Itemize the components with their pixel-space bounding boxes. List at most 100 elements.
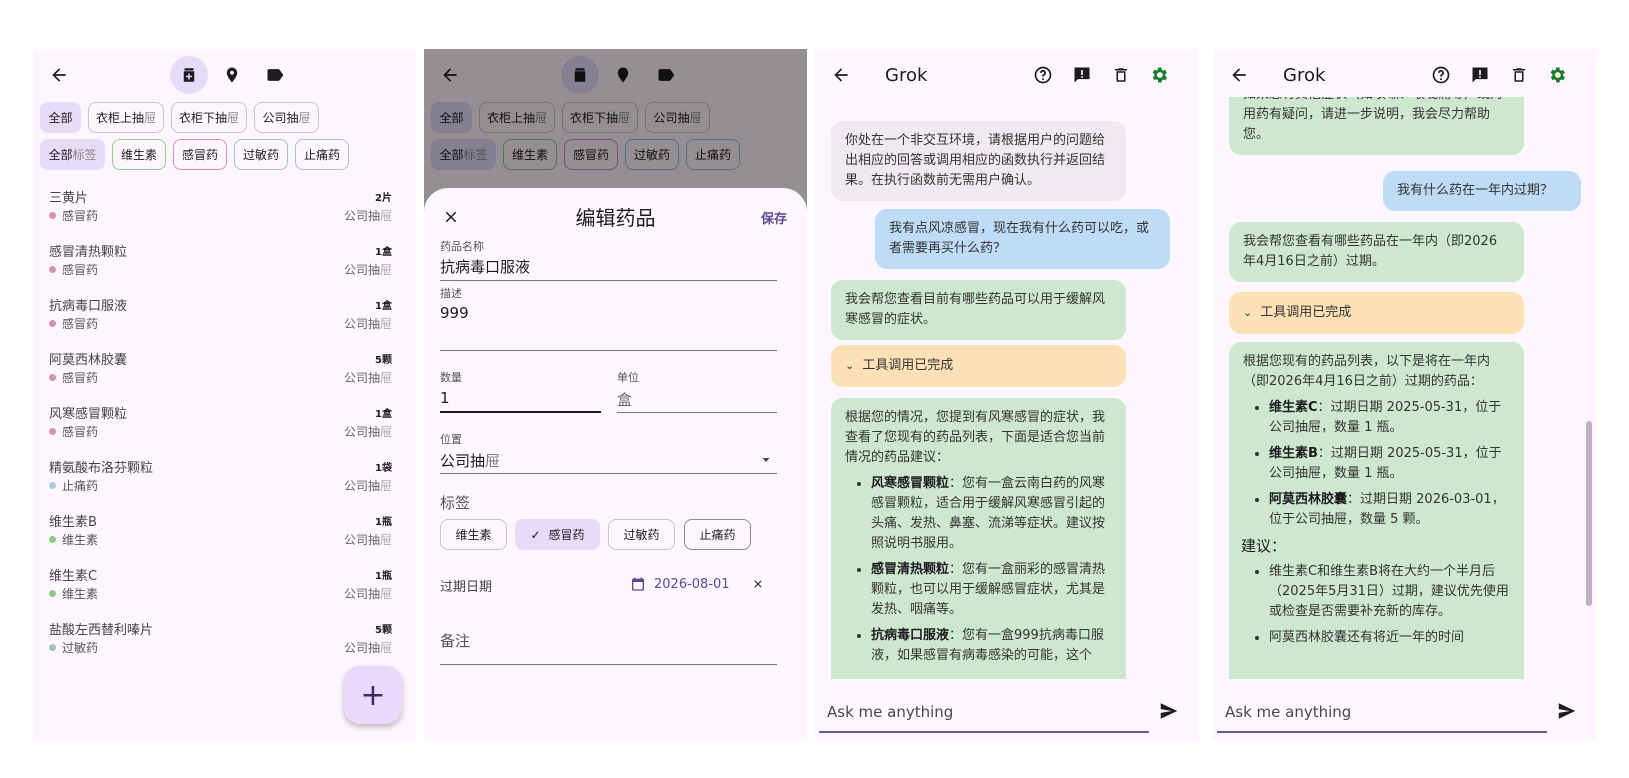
location-filter-wardrobe-top[interactable]: 衣柜上抽屉 (88, 102, 164, 133)
chat-input[interactable]: Ask me anything (827, 703, 953, 721)
description-field[interactable]: 999 (440, 304, 469, 322)
grok-chat-screen-2: Grok 如果您有其他症状（如咳嗽、喉咙痛等）或对用药有疑问，请进一步说明，我会… (1213, 49, 1596, 741)
settings-icon[interactable] (1543, 61, 1571, 89)
medicine-location: 公司抽屉 (343, 209, 392, 223)
message-list: 如果您有其他症状（如咳嗽、喉咙痛等）或对用药有疑问，请进一步说明，我会尽力帮助您… (1213, 97, 1596, 679)
tag-chip-allergy[interactable]: 过敏药 (608, 519, 675, 550)
location-dropdown[interactable]: 公司抽屉 (440, 450, 500, 471)
assistant-message: 如果您有其他症状（如咳嗽、喉咙痛等）或对用药有疑问，请进一步说明，我会尽力帮助您… (1229, 97, 1524, 155)
tool-call-status[interactable]: ⌄ 工具调用已完成 (831, 345, 1126, 387)
location-filter-all[interactable]: 全部 (40, 102, 81, 133)
notes-underline (440, 664, 777, 665)
medicine-name: 维生素C (49, 569, 98, 584)
tag-chip-pain[interactable]: 止痛药 (684, 519, 751, 550)
medicine-tag: 过敏药 (49, 639, 98, 656)
name-field[interactable]: 抗病毒口服液 (440, 256, 530, 277)
delete-icon[interactable] (1107, 61, 1135, 89)
tag-filter-cold[interactable]: 感冒药 (173, 139, 227, 170)
medicine-name: 盐酸左西替利嗪片 (49, 623, 154, 638)
back-arrow-icon[interactable] (1223, 59, 1255, 91)
feedback-icon[interactable] (1068, 61, 1096, 89)
tag-filter-allergy[interactable]: 过敏药 (234, 139, 288, 170)
medicine-location: 公司抽屉 (343, 371, 392, 385)
medicine-row[interactable]: 精氨酸布洛芬颗粒 1袋 止痛药 公司抽屉 (49, 451, 400, 505)
chevron-down-icon: ⌄ (845, 359, 855, 372)
scrollbar[interactable] (1586, 421, 1592, 606)
tag-filter-pain[interactable]: 止痛药 (295, 139, 349, 170)
medicine-location: 公司抽屉 (343, 263, 392, 277)
medicine-tag: 止痛药 (49, 477, 98, 494)
expiry-label: 过期日期 (440, 580, 493, 595)
settings-icon[interactable] (1145, 61, 1173, 89)
add-medicine-button[interactable]: + (344, 666, 402, 724)
unit-underline (617, 412, 777, 413)
tags-label: 标签 (440, 494, 471, 512)
feedback-icon[interactable] (1466, 61, 1494, 89)
location-tab-icon[interactable] (213, 56, 251, 94)
medicine-qty: 1盒 (375, 301, 392, 312)
send-icon[interactable] (1155, 697, 1183, 725)
medicine-name: 三黄片 (49, 191, 89, 206)
medicine-row[interactable]: 感冒清热颗粒 1盒 感冒药 公司抽屉 (49, 235, 400, 289)
unit-label: 单位 (617, 371, 639, 384)
medicine-name: 阿莫西林胶囊 (49, 353, 128, 368)
assistant-message: 我会帮您查看有哪些药品在一年内（即2026年4月16日之前）过期。 (1229, 222, 1524, 282)
medicine-tab-icon[interactable] (170, 56, 208, 94)
location-filter-wardrobe-bottom[interactable]: 衣柜下抽屉 (171, 102, 247, 133)
medicine-qty: 1瓶 (375, 517, 392, 528)
help-circle-icon[interactable] (1427, 61, 1455, 89)
send-icon[interactable] (1553, 697, 1581, 725)
medicine-qty: 1盒 (375, 247, 392, 258)
medicine-qty: 1瓶 (375, 571, 392, 582)
tag-filter-all[interactable]: 全部 标签 (40, 139, 105, 170)
chat-title: Grok (885, 65, 928, 86)
medicine-row[interactable]: 盐酸左西替利嗪片 5颗 过敏药 公司抽屉 (49, 613, 400, 667)
tool-call-status[interactable]: ⌄ 工具调用已完成 (1229, 292, 1524, 334)
edit-medicine-screen: 全部 衣柜上抽屉 衣柜下抽屉 公司抽屉 全部 标签 维生素 感冒药 过敏药 止痛药… (424, 49, 807, 741)
clear-date-icon[interactable] (748, 574, 768, 594)
location-filter-company[interactable]: 公司抽屉 (254, 102, 319, 133)
save-button[interactable]: 保存 (761, 208, 787, 227)
medicine-qty: 1袋 (375, 463, 392, 474)
medicine-list-screen: 全部 衣柜上抽屉 衣柜下抽屉 公司抽屉 全部 标签 维生素 感冒药 过敏药 止痛药… (33, 49, 416, 741)
tag-chip-vitamin[interactable]: 维生素 (440, 519, 507, 550)
medicine-name: 抗病毒口服液 (49, 299, 128, 314)
back-arrow-icon[interactable] (43, 59, 75, 91)
medicine-row[interactable]: 抗病毒口服液 1盒 感冒药 公司抽屉 (49, 289, 400, 343)
location-label: 位置 (440, 433, 462, 446)
help-circle-icon[interactable] (1029, 61, 1057, 89)
medicine-row[interactable]: 维生素B 1瓶 维生素 公司抽屉 (49, 505, 400, 559)
description-underline (440, 350, 777, 351)
medicine-location: 公司抽屉 (343, 587, 392, 601)
list-item: 维生素C和维生素B将在大约一个半月后（2025年5月31日）过期，建议优先使用或… (1269, 562, 1510, 622)
input-underline (1217, 731, 1547, 733)
list-item: 阿莫西林胶囊：过期日期 2026-03-01，位于公司抽屉，数量 5 颗。 (1269, 490, 1510, 530)
input-underline (819, 731, 1149, 733)
list-item: 抗病毒口服液：您有一盒999抗病毒口服液，如果感冒有病毒感染的可能，这个 (871, 626, 1112, 666)
quantity-field[interactable]: 1 (440, 389, 450, 407)
medicine-qty: 2片 (375, 193, 392, 204)
back-arrow-icon[interactable] (825, 59, 857, 91)
calendar-icon[interactable] (628, 574, 648, 594)
medicine-row[interactable]: 三黄片 2片 感冒药 公司抽屉 (49, 181, 400, 235)
medicine-row[interactable]: 阿莫西林胶囊 5颗 感冒药 公司抽屉 (49, 343, 400, 397)
medicine-qty: 5颗 (375, 625, 392, 636)
medicine-tag: 维生素 (49, 585, 98, 602)
medicine-row[interactable]: 维生素C 1瓶 维生素 公司抽屉 (49, 559, 400, 613)
list-item: 维生素C：过期日期 2025-05-31，位于公司抽屉，数量 1 瓶。 (1269, 398, 1510, 438)
medicine-location: 公司抽屉 (343, 317, 392, 331)
tag-chip-cold[interactable]: ✓ 感冒药 (515, 519, 600, 550)
grok-chat-screen: Grok 你处在一个非交互环境，请根据用户的问题给出相应的回答或调用相应的函数执… (815, 49, 1198, 741)
chat-input[interactable]: Ask me anything (1225, 703, 1351, 721)
dropdown-arrow-icon[interactable] (756, 450, 776, 470)
check-icon: ✓ (530, 527, 541, 542)
label-tab-icon[interactable] (256, 56, 294, 94)
notes-field[interactable]: 备注 (440, 630, 470, 651)
medicine-row[interactable]: 风寒感冒颗粒 1盒 感冒药 公司抽屉 (49, 397, 400, 451)
unit-field[interactable]: 盒 (617, 389, 632, 410)
tag-filter-vitamin[interactable]: 维生素 (112, 139, 166, 170)
delete-icon[interactable] (1505, 61, 1533, 89)
advice-list: 维生素C和维生素B将在大约一个半月后（2025年5月31日）过期，建议优先使用或… (1243, 562, 1510, 648)
expiry-date-button[interactable]: 2026-08-01 (654, 577, 730, 592)
sheet-title: 编辑药品 (575, 206, 656, 230)
